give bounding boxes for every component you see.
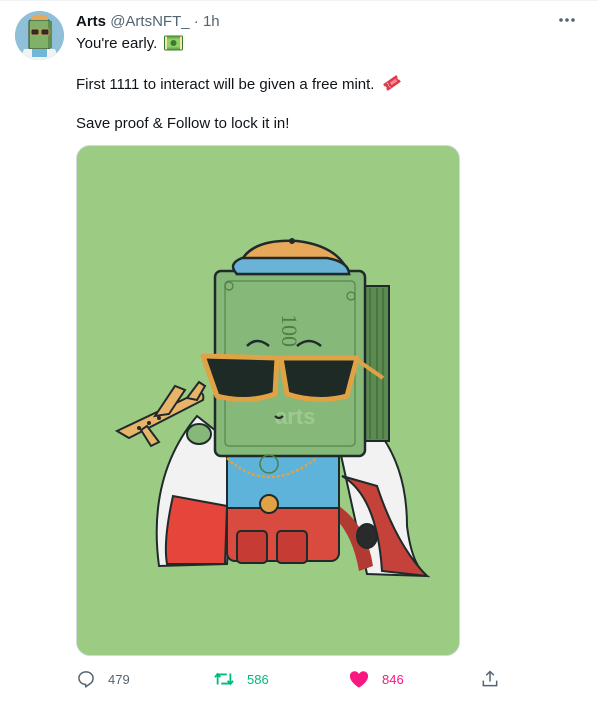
share-icon [482, 670, 498, 687]
retweet-button[interactable]: 586 [213, 666, 269, 692]
reply-count: 479 [108, 671, 130, 687]
timestamp[interactable]: 1h [203, 13, 220, 30]
tweet-line-1: You're early. [76, 35, 158, 52]
like-button[interactable]: 846 [348, 666, 404, 692]
banknote-label: 100 [277, 314, 302, 347]
more-horizontal-icon [559, 18, 575, 22]
tweet-text: You're early. First 1111 to interact wil… [76, 34, 576, 134]
like-count: 846 [382, 671, 404, 687]
more-button[interactable] [552, 7, 582, 33]
reply-button[interactable]: 479 [76, 666, 130, 692]
reply-icon [78, 671, 94, 688]
retweet-icon [214, 672, 234, 686]
author-name[interactable]: Arts [76, 13, 106, 30]
nft-illustration: 100 arts [77, 146, 459, 655]
tweet-actions: 479 586 846 [76, 666, 506, 692]
tweet-image[interactable]: 100 arts [76, 145, 460, 656]
tweet[interactable]: Arts @ArtsNFT_ · 1h You're early. First … [0, 0, 598, 704]
retweet-count: 586 [247, 671, 269, 687]
separator-dot: · [193, 13, 199, 30]
author-handle[interactable]: @ArtsNFT_ [110, 13, 189, 30]
share-button[interactable] [480, 666, 500, 692]
tweet-line-2: First 1111 to interact will be given a f… [76, 76, 375, 93]
avatar[interactable] [15, 11, 64, 60]
tweet-header: Arts @ArtsNFT_ · 1h [76, 12, 220, 32]
heart-filled-icon [349, 671, 369, 688]
ticket-emoji-icon [382, 74, 402, 98]
money-emoji-icon [164, 35, 184, 57]
tweet-line-3: Save proof & Follow to lock it in! [76, 115, 290, 132]
